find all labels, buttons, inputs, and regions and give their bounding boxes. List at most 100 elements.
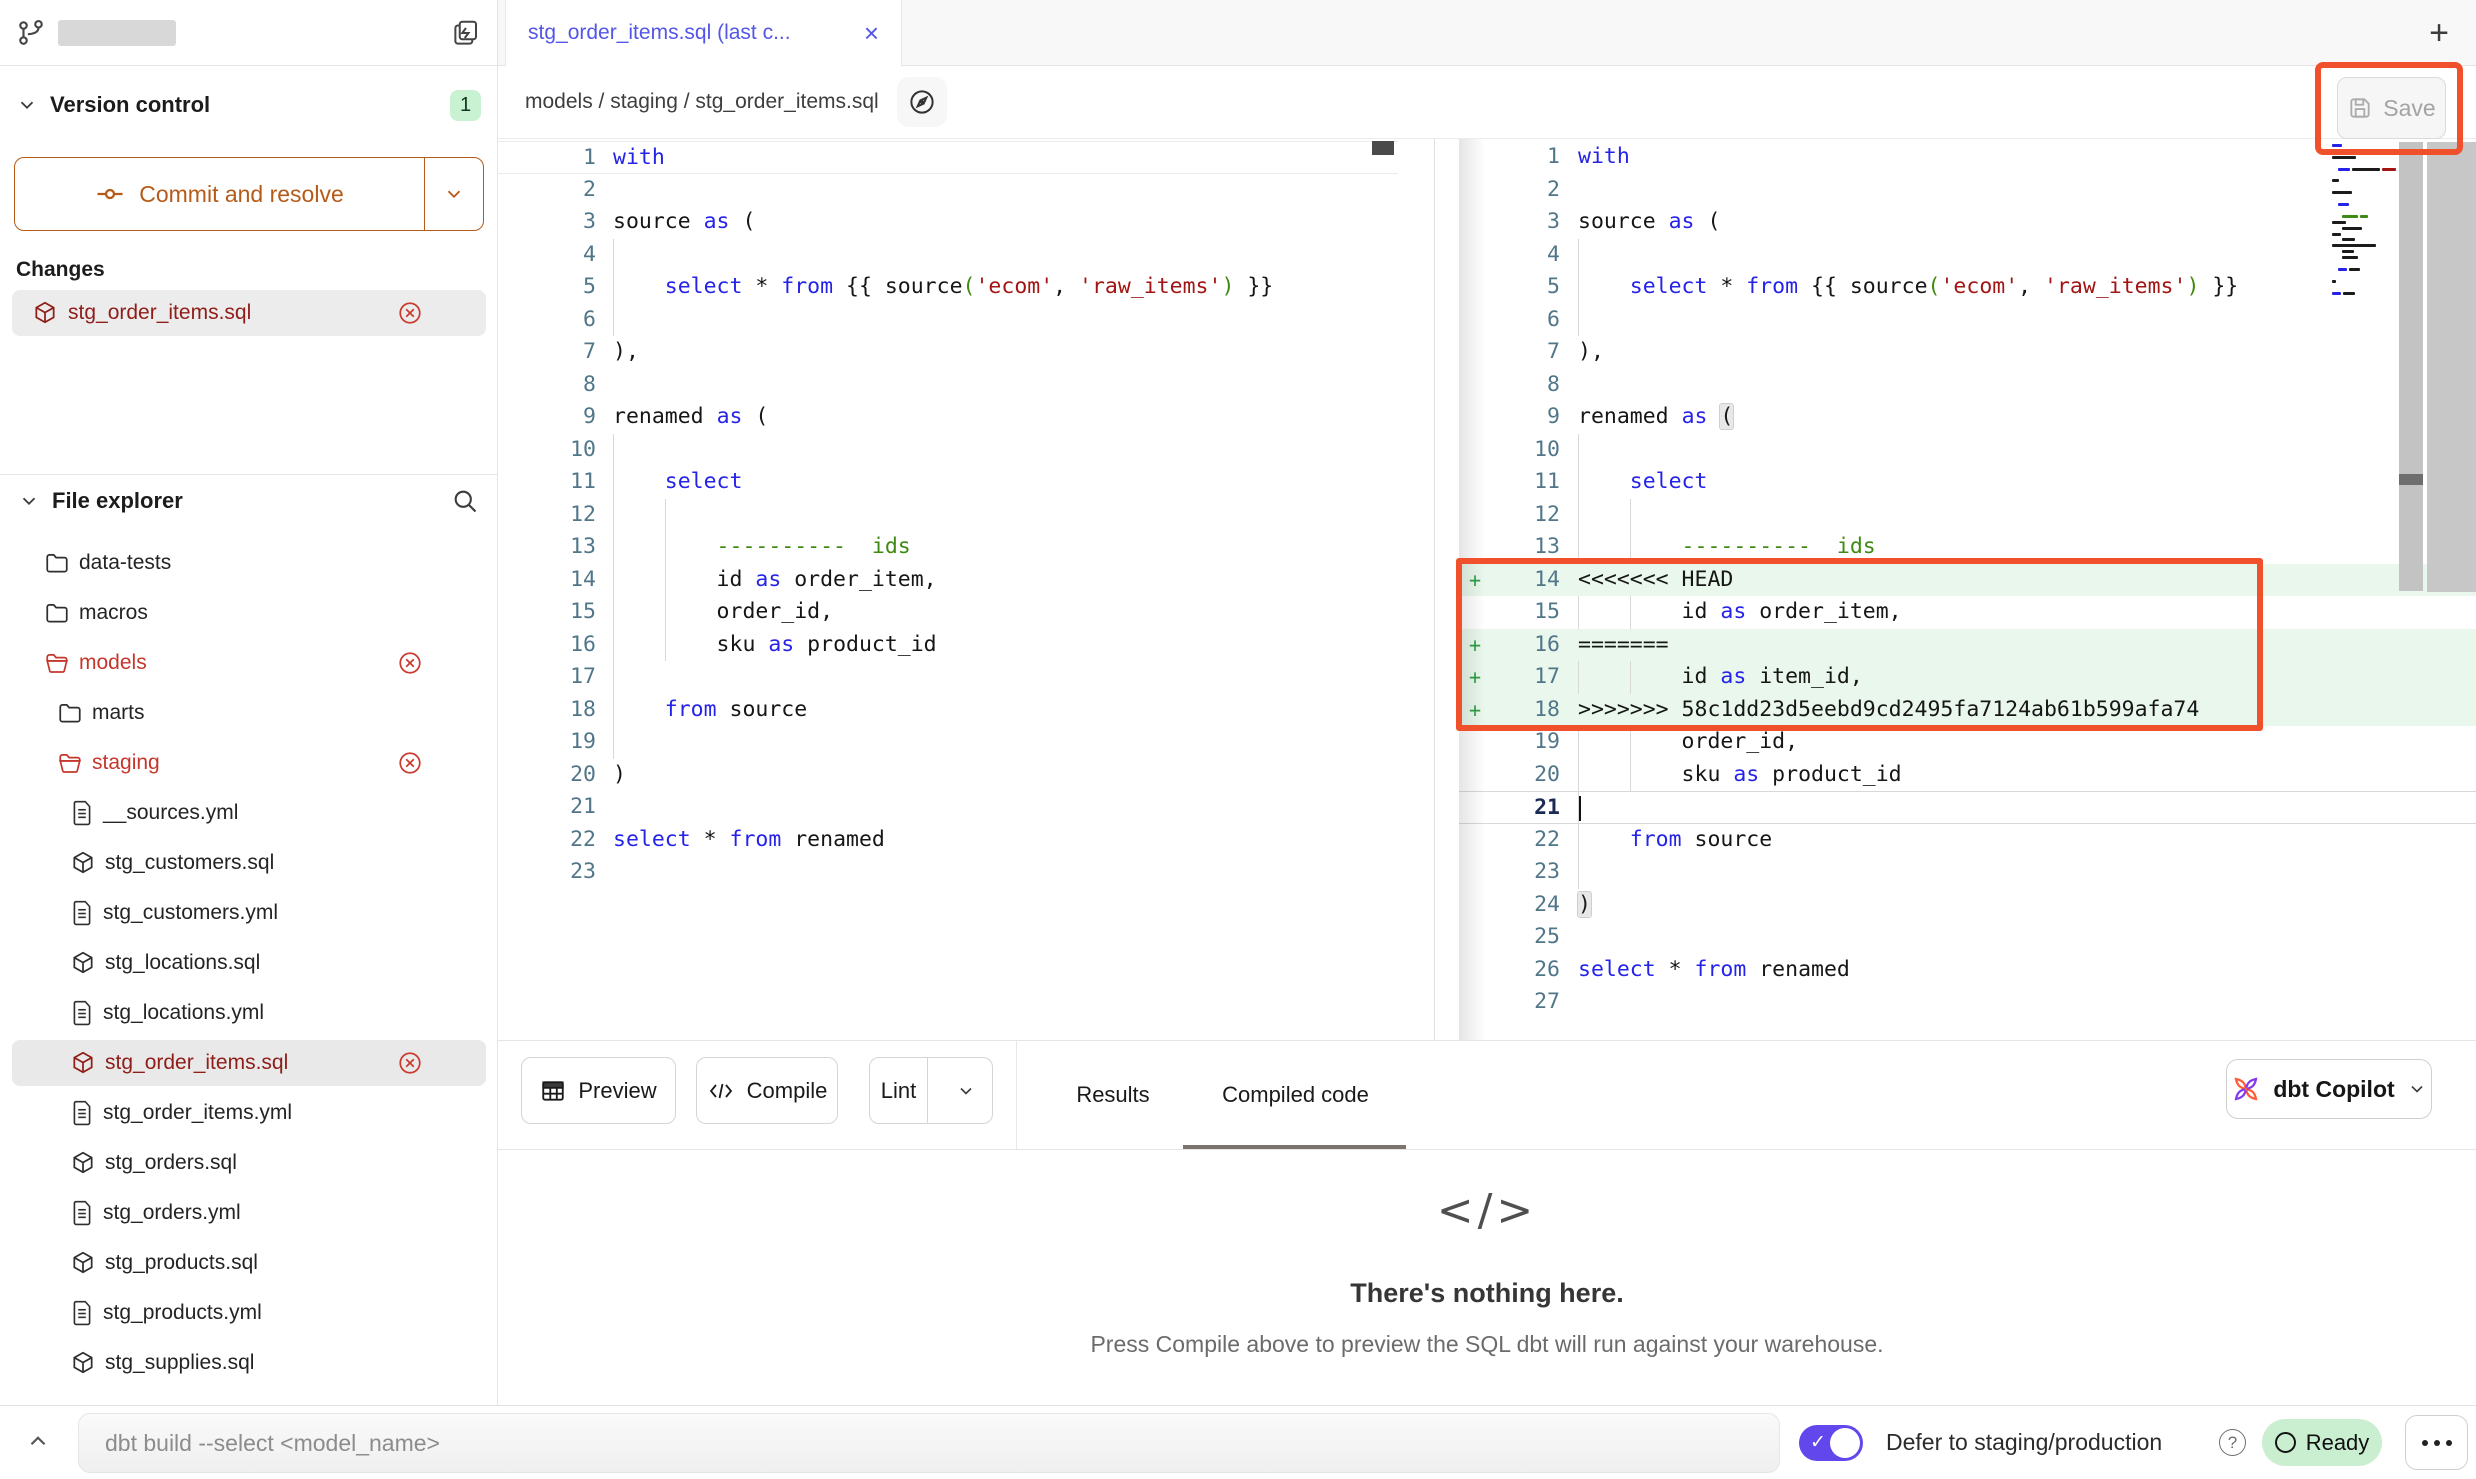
code-line-1[interactable]: 1with [1459,141,2476,174]
code-line-12[interactable]: 12 [1459,499,2476,532]
lineage-compass-icon[interactable] [897,77,947,127]
code-line-12[interactable]: 12 [498,499,1398,532]
code-line-7[interactable]: 7), [498,336,1398,369]
version-control-header[interactable]: Version control 1 [0,80,497,130]
code-line-14[interactable]: 14 id as order_item, [498,564,1398,597]
more-options-button[interactable] [2405,1415,2468,1470]
commit-options-caret[interactable] [425,158,483,230]
code-line-1[interactable]: 1with [498,141,1398,174]
editor-scrollbar-thumb[interactable] [2399,474,2423,485]
code-line-5[interactable]: 5 select * from {{ source('ecom', 'raw_i… [498,271,1398,304]
code-line-10[interactable]: 10 [498,434,1398,467]
code-line-7[interactable]: 7), [1459,336,2476,369]
file-row-stg_customers.yml[interactable]: stg_customers.yml [12,890,486,936]
dbt-copilot-button[interactable]: dbt Copilot [2226,1059,2432,1119]
preview-button[interactable]: Preview [521,1057,676,1124]
window-scrollbar[interactable] [2427,142,2476,592]
editor-scrollbar-thumb[interactable] [1372,141,1394,155]
code-line-23[interactable]: 23 [1459,856,2476,889]
code-line-9[interactable]: 9renamed as ( [1459,401,2476,434]
pane-divider[interactable] [1434,139,1435,1040]
file-row-stg_products.sql[interactable]: stg_products.sql [12,1240,486,1286]
discard-change-icon[interactable] [397,300,423,326]
editor-scrollbar[interactable] [2399,142,2423,591]
search-icon[interactable] [451,487,479,515]
file-row-__sources.yml[interactable]: __sources.yml [12,790,486,836]
file-row-data-tests[interactable]: data-tests [12,540,486,586]
commit-and-resolve-main[interactable]: Commit and resolve [15,158,425,230]
code-line-15[interactable]: 15 order_id, [498,596,1398,629]
code-line-18[interactable]: +18>>>>>>> 58c1dd23d5eebd9cd2495fa7124ab… [1459,694,2476,727]
changed-file-row[interactable]: stg_order_items.sql [12,290,486,336]
code-line-18[interactable]: 18 from source [498,694,1398,727]
tab-stg-order-items[interactable]: stg_order_items.sql (last c... × [505,0,902,66]
discard-change-icon[interactable] [397,750,423,776]
file-row-marts[interactable]: marts [12,690,486,736]
code-line-14[interactable]: +14<<<<<<< HEAD [1459,564,2476,597]
file-explorer-header[interactable]: File explorer [0,474,497,526]
collapse-chevron-icon[interactable] [25,1428,51,1454]
code-line-25[interactable]: 25 [1459,921,2476,954]
file-row-macros[interactable]: macros [12,590,486,636]
code-line-24[interactable]: 24) [1459,889,2476,922]
code-line-20[interactable]: 20 sku as product_id [1459,759,2476,792]
file-row-stg_locations.yml[interactable]: stg_locations.yml [12,990,486,1036]
code-line-16[interactable]: +16======= [1459,629,2476,662]
code-line-3[interactable]: 3source as ( [498,206,1398,239]
code-line-21[interactable]: 21 [498,791,1398,824]
code-line-4[interactable]: 4 [498,239,1398,272]
code-line-22[interactable]: 22select * from renamed [498,824,1398,857]
editor-pane-left[interactable]: 1with23source as (45 select * from {{ so… [498,139,1398,1040]
command-input[interactable] [78,1413,1780,1473]
file-row-stg_supplies.sql[interactable]: stg_supplies.sql [12,1340,486,1386]
code-line-27[interactable]: 27 [1459,986,2476,1019]
close-icon[interactable]: × [864,20,879,46]
discard-change-icon[interactable] [397,650,423,676]
file-row-stg_order_items.yml[interactable]: stg_order_items.yml [12,1090,486,1136]
code-line-20[interactable]: 20) [498,759,1398,792]
discard-change-icon[interactable] [397,1050,423,1076]
tab-compiled-code[interactable]: Compiled code [1188,1041,1403,1149]
editor-pane-right[interactable]: 1with23source as (45 select * from {{ so… [1459,139,2476,1040]
lint-label[interactable]: Lint [870,1058,928,1123]
code-line-19[interactable]: 19 order_id, [1459,726,2476,759]
code-line-5[interactable]: 5 select * from {{ source('ecom', 'raw_i… [1459,271,2476,304]
code-line-13[interactable]: 13 ---------- ids [498,531,1398,564]
code-line-10[interactable]: 10 [1459,434,2476,467]
defer-toggle[interactable]: ✓ [1799,1425,1863,1461]
file-row-stg_locations.sql[interactable]: stg_locations.sql [12,940,486,986]
file-row-stg_orders.yml[interactable]: stg_orders.yml [12,1190,486,1236]
code-line-11[interactable]: 11 select [1459,466,2476,499]
ready-status-badge[interactable]: Ready [2262,1419,2382,1466]
file-row-stg_order_items.sql[interactable]: stg_order_items.sql [12,1040,486,1086]
code-line-11[interactable]: 11 select [498,466,1398,499]
code-line-2[interactable]: 2 [1459,174,2476,207]
code-line-9[interactable]: 9renamed as ( [498,401,1398,434]
tab-results[interactable]: Results [1068,1041,1158,1149]
compile-button[interactable]: Compile [696,1057,838,1124]
code-line-19[interactable]: 19 [498,726,1398,759]
code-line-22[interactable]: 22 from source [1459,824,2476,857]
code-line-6[interactable]: 6 [1459,304,2476,337]
minimap[interactable] [2328,142,2397,362]
file-row-stg_orders.sql[interactable]: stg_orders.sql [12,1140,486,1186]
code-line-17[interactable]: +17 id as item_id, [1459,661,2476,694]
file-row-staging[interactable]: staging [12,740,486,786]
code-line-16[interactable]: 16 sku as product_id [498,629,1398,662]
code-line-15[interactable]: 15 id as order_item, [1459,596,2476,629]
code-line-23[interactable]: 23 [498,856,1398,889]
code-line-8[interactable]: 8 [498,369,1398,402]
code-line-21[interactable]: 21 [1459,791,2476,824]
code-line-26[interactable]: 26select * from renamed [1459,954,2476,987]
code-line-6[interactable]: 6 [498,304,1398,337]
file-row-stg_customers.sql[interactable]: stg_customers.sql [12,840,486,886]
lint-options-caret[interactable] [940,1058,992,1123]
file-row-models[interactable]: models [12,640,486,686]
save-button[interactable]: Save [2337,77,2446,139]
code-line-17[interactable]: 17 [498,661,1398,694]
file-row-stg_products.yml[interactable]: stg_products.yml [12,1290,486,1336]
code-line-3[interactable]: 3source as ( [1459,206,2476,239]
code-line-8[interactable]: 8 [1459,369,2476,402]
code-line-2[interactable]: 2 [498,174,1398,207]
commit-and-resolve-button[interactable]: Commit and resolve [14,157,484,231]
